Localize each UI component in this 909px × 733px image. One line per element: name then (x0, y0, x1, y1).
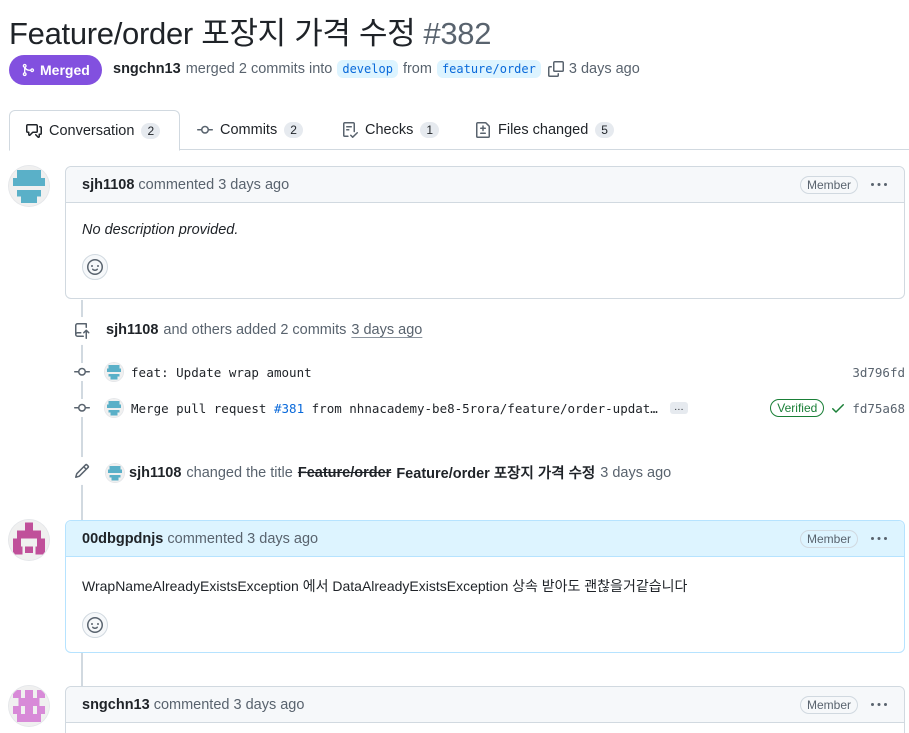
comment-discussion-icon (26, 123, 42, 138)
tab-checks-label: Checks (365, 122, 414, 138)
kebab-horizontal-icon[interactable] (870, 177, 888, 193)
commit-message-prefix: Merge pull request (131, 400, 267, 416)
tab-files-changed[interactable]: Files changed 5 (459, 110, 630, 150)
title-changed-event: sjh1108 changed the title Feature/order … (106, 462, 671, 483)
commit-row: feat: Update wrap amount 3d796fd (73, 361, 905, 383)
file-diff-icon (476, 122, 490, 138)
pencil-icon (74, 463, 90, 479)
identicon-sjh1108 (9, 166, 49, 206)
identicon-sngchn13 (9, 686, 49, 726)
tab-conversation[interactable]: Conversation 2 (9, 110, 180, 151)
comment-box: 00dbgpdnjs commented 3 days ago Member W… (65, 520, 905, 653)
comment-time: commented 3 days ago (153, 696, 305, 713)
merged-time: 3 days ago (568, 61, 640, 77)
event-time: 3 days ago (600, 464, 672, 481)
add-reaction-button[interactable] (82, 612, 108, 638)
base-branch[interactable]: develop (337, 60, 398, 78)
kebab-horizontal-icon[interactable] (870, 531, 888, 547)
comment-box: sngchn13 commented 3 days ago Member (65, 686, 905, 733)
avatar[interactable] (9, 520, 49, 560)
role-badge: Member (799, 695, 858, 714)
event-time[interactable]: 3 days ago (351, 322, 422, 338)
from-text: from (402, 61, 432, 77)
git-commit-icon (73, 363, 91, 381)
commit-avatar[interactable] (105, 399, 123, 417)
repo-push-badge (68, 317, 96, 345)
old-title: Feature/order (297, 464, 392, 481)
tab-commits-label: Commits (220, 122, 278, 138)
commit-sha[interactable]: fd75a68 (852, 401, 905, 416)
comment-time: commented 3 days ago (167, 530, 319, 547)
avatar[interactable] (9, 686, 49, 726)
merged-label: Merged (40, 62, 90, 78)
git-commit-icon (197, 125, 213, 134)
tab-checks-count: 1 (420, 122, 440, 138)
comment-box: sjh1108 commented 3 days ago Member No d… (65, 166, 905, 299)
comment-body: No description provided. (66, 222, 904, 280)
pr-reference-link[interactable]: #381 (274, 401, 304, 416)
tab-commits[interactable]: Commits 2 (181, 110, 319, 150)
tab-files-changed-label: Files changed (498, 122, 589, 138)
event-author[interactable]: sjh1108 (106, 322, 158, 338)
commit-row: Merge pull request #381 from nhnacademy-… (73, 397, 905, 419)
identicon-00dbgpdnjs (9, 520, 49, 560)
git-commit-icon (73, 399, 91, 417)
tab-checks[interactable]: Checks 1 (326, 110, 455, 150)
git-merge-icon (22, 63, 35, 77)
avatar[interactable] (9, 166, 49, 206)
pr-number: #382 (423, 16, 492, 51)
add-reaction-button[interactable] (82, 254, 108, 280)
role-badge: Member (799, 529, 858, 548)
verified-badge[interactable]: Verified (770, 399, 825, 417)
comment-text: WrapNameAlreadyExistsException 에서 DataAl… (82, 578, 688, 594)
pr-title: Feature/order 포장지 가격 수정 #382 (9, 8, 491, 53)
copy-icon[interactable] (547, 61, 564, 77)
commits-added-event: sjh1108 and others added 2 commits 3 day… (106, 322, 422, 338)
new-title: Feature/order 포장지 가격 수정 (396, 466, 596, 482)
head-branch[interactable]: feature/order (436, 60, 541, 78)
event-author[interactable]: sjh1108 (129, 465, 181, 481)
merged-text: merged 2 commits into (185, 61, 333, 77)
comment-header: 00dbgpdnjs commented 3 days ago Member (66, 521, 904, 557)
event-avatar[interactable] (106, 463, 124, 482)
pr-title-text: Feature/order 포장지 가격 수정 (9, 16, 416, 51)
pr-meta-line: sngchn13 merged 2 commits into develop f… (113, 60, 640, 78)
merged-state-badge: Merged (9, 55, 102, 85)
check-icon[interactable] (830, 400, 846, 416)
tab-conversation-label: Conversation (49, 122, 135, 139)
pencil-badge (68, 457, 96, 485)
commit-avatar[interactable] (105, 363, 123, 381)
comment-body: WrapNameAlreadyExistsException 에서 DataAl… (66, 576, 904, 638)
pr-tabs: Conversation 2 Commits 2 Checks 1 Files … (9, 110, 909, 151)
event-text: changed the title (186, 464, 293, 481)
commit-message-link[interactable]: Merge pull request #381 from nhnacademy-… (131, 401, 658, 416)
role-badge: Member (799, 175, 858, 194)
checklist-icon (343, 122, 358, 138)
expand-message-button[interactable]: … (669, 402, 688, 414)
repo-push-icon (75, 323, 90, 339)
kebab-horizontal-icon[interactable] (870, 697, 888, 713)
event-text: and others added 2 commits (163, 322, 347, 338)
tab-conversation-count: 2 (141, 122, 161, 139)
commit-sha[interactable]: 3d796fd (852, 365, 905, 380)
comment-author[interactable]: sjh1108 (82, 177, 134, 193)
comment-header: sjh1108 commented 3 days ago Member (66, 167, 904, 203)
comment-header: sngchn13 commented 3 days ago Member (66, 687, 904, 723)
comment-author[interactable]: 00dbgpdnjs (82, 531, 163, 547)
commit-message-suffix: from nhnacademy-be8-5rora/feature/order-… (311, 400, 658, 416)
comment-time: commented 3 days ago (138, 176, 290, 193)
comment-text: No description provided. (82, 222, 239, 238)
tab-files-changed-count: 5 (595, 122, 614, 138)
comment-author[interactable]: sngchn13 (82, 697, 150, 713)
pr-author-link[interactable]: sngchn13 (113, 61, 181, 77)
smiley-icon (87, 617, 103, 633)
commit-message-link[interactable]: feat: Update wrap amount (131, 365, 312, 380)
tab-commits-count: 2 (284, 122, 303, 138)
smiley-icon (87, 259, 103, 275)
